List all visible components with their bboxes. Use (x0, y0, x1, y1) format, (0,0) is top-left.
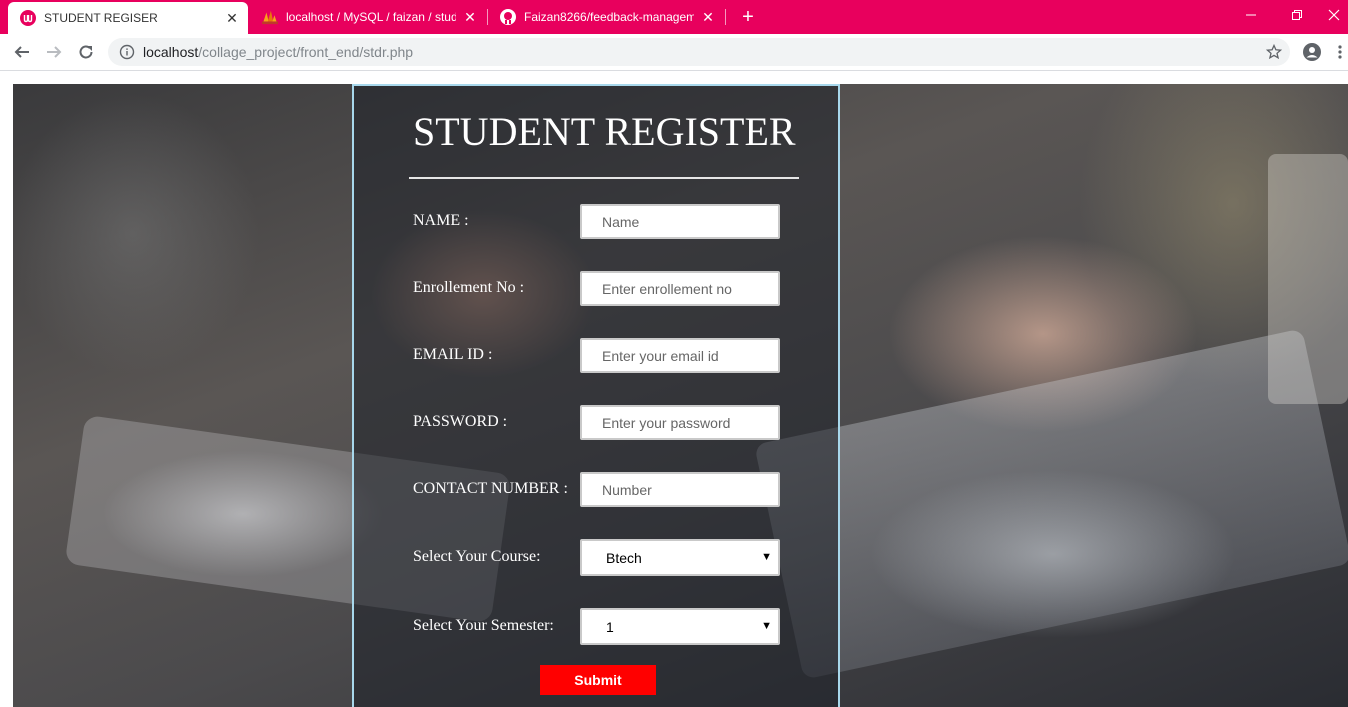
course-label: Select Your Course: (413, 548, 541, 565)
password-label: PASSWORD : (413, 413, 508, 430)
background-cup-shape (1268, 154, 1348, 404)
close-icon[interactable]: ✕ (700, 9, 716, 25)
phpmyadmin-icon (262, 9, 278, 25)
address-bar[interactable]: localhost/collage_project/front_end/stdr… (108, 38, 1290, 66)
tab-title: localhost / MySQL / faizan / stud (286, 10, 456, 24)
url-host: localhost (143, 44, 199, 60)
url-path: /collage_project/front_end/stdr.php (198, 44, 414, 60)
name-input[interactable] (580, 204, 780, 239)
tab-title: STUDENT REGISER (44, 11, 158, 25)
bookmark-star-icon[interactable] (1265, 43, 1283, 60)
browser-tab-strip: STUDENT REGISER ✕ localhost / MySQL / fa… (0, 0, 1348, 34)
semester-select[interactable]: 1 ▼ (580, 608, 780, 645)
semester-label: Select Your Semester: (413, 617, 554, 634)
info-icon[interactable] (119, 44, 135, 60)
course-select[interactable]: Btech ▼ (580, 539, 780, 576)
email-input[interactable] (580, 338, 780, 373)
password-input[interactable] (580, 405, 780, 440)
contact-label: CONTACT NUMBER : (413, 480, 568, 497)
email-label: EMAIL ID : (413, 346, 493, 363)
github-icon (500, 9, 516, 25)
page-title: STUDENT REGISTER (413, 109, 796, 154)
close-window-icon[interactable] (1320, 0, 1348, 30)
tab-separator (725, 9, 726, 25)
background-laptop-shape (754, 328, 1348, 680)
account-icon[interactable] (1300, 40, 1324, 64)
name-label: NAME : (413, 212, 469, 229)
semester-selected-value: 1 (606, 618, 614, 635)
tab-github[interactable]: Faizan8266/feedback-manageme ✕ (488, 0, 724, 34)
minimize-icon[interactable] (1228, 0, 1274, 30)
url-text: localhost/collage_project/front_end/stdr… (143, 44, 413, 60)
close-icon[interactable]: ✕ (462, 9, 478, 25)
close-icon[interactable]: ✕ (224, 10, 240, 26)
enrollment-input[interactable] (580, 271, 780, 306)
back-icon[interactable] (10, 40, 34, 64)
course-selected-value: Btech (606, 549, 642, 566)
browser-toolbar: localhost/collage_project/front_end/stdr… (0, 34, 1348, 71)
dropdown-arrow-icon: ▼ (761, 620, 772, 632)
title-divider (409, 177, 799, 179)
contact-number-input[interactable] (580, 472, 780, 507)
tab-student-register[interactable]: STUDENT REGISER ✕ (8, 2, 248, 34)
new-tab-button[interactable]: + (737, 6, 759, 28)
reload-icon[interactable] (74, 40, 98, 64)
forward-icon[interactable] (42, 40, 66, 64)
enrollment-label: Enrollement No : (413, 279, 525, 296)
menu-kebab-icon[interactable] (1332, 40, 1348, 64)
tab-phpmyadmin[interactable]: localhost / MySQL / faizan / stud ✕ (250, 0, 486, 34)
tab-title: Faizan8266/feedback-manageme (524, 10, 694, 24)
dropdown-arrow-icon: ▼ (761, 551, 772, 563)
restore-icon[interactable] (1274, 0, 1320, 30)
submit-button[interactable]: Submit (540, 665, 656, 695)
app-logo-icon (20, 10, 36, 26)
